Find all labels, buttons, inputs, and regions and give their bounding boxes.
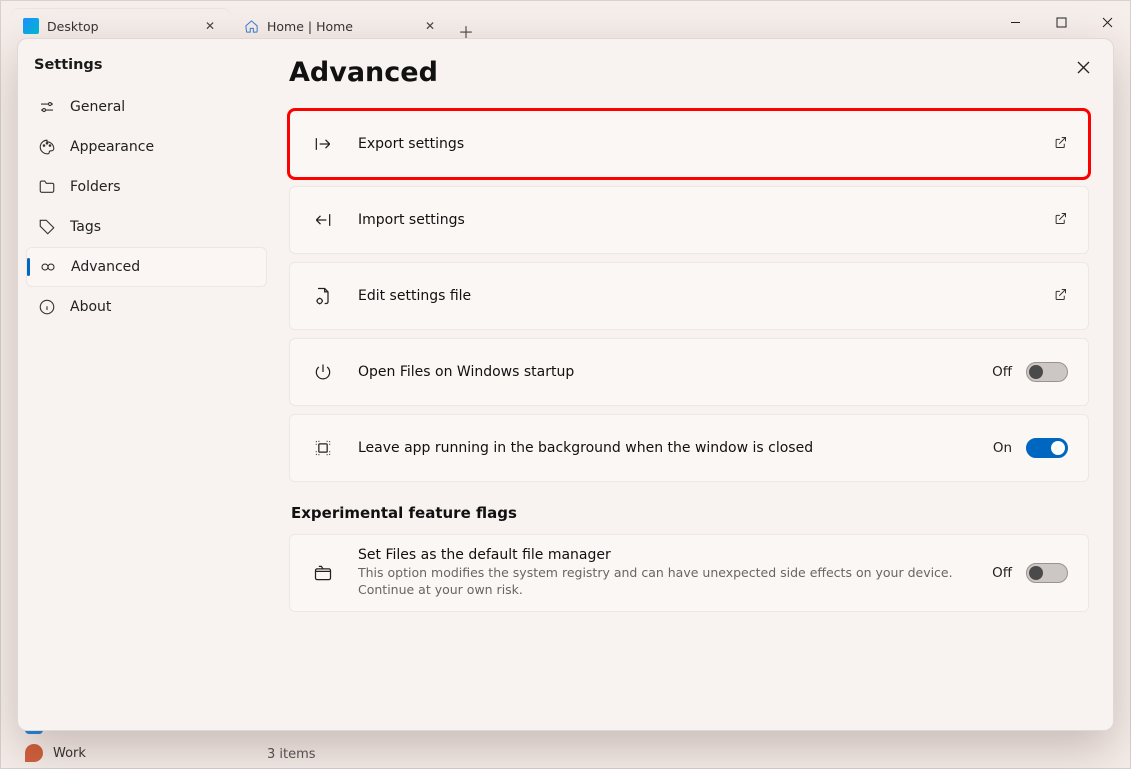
- titlebar: Desktop ✕ Home | Home ✕ ＋: [1, 1, 1130, 43]
- close-tab-icon[interactable]: ✕: [421, 17, 439, 35]
- startup-toggle[interactable]: [1026, 362, 1068, 382]
- tag-icon: [38, 218, 56, 236]
- minimize-button[interactable]: [992, 1, 1038, 43]
- toggle-state-label: Off: [992, 364, 1012, 380]
- row-export-settings[interactable]: Export settings: [289, 110, 1089, 178]
- nav-label: Folders: [70, 179, 121, 195]
- nav-label: General: [70, 99, 125, 115]
- home-icon: [243, 18, 259, 34]
- row-import-settings[interactable]: Import settings: [289, 186, 1089, 254]
- export-icon: [310, 134, 336, 154]
- tab-label: Home | Home: [267, 19, 353, 34]
- row-description: This option modifies the system registry…: [358, 565, 970, 599]
- dialog-title: Settings: [26, 53, 267, 87]
- nav-item-about[interactable]: About: [26, 287, 267, 327]
- maximize-button[interactable]: [1038, 1, 1084, 43]
- row-edit-settings-file[interactable]: Edit settings file: [289, 262, 1089, 330]
- window-controls: [992, 1, 1130, 43]
- status-bar-text: 3 items: [267, 747, 316, 762]
- page-heading: Advanced: [289, 57, 1089, 88]
- bg-sidebar-item-work: Work: [25, 744, 86, 762]
- nav-label: Tags: [70, 219, 101, 235]
- nav-item-advanced[interactable]: Advanced: [26, 247, 267, 287]
- work-pin-icon: [25, 744, 43, 762]
- nav-item-folders[interactable]: Folders: [26, 167, 267, 207]
- toggle-state-label: Off: [992, 565, 1012, 581]
- settings-dialog: Settings General Appearance Folders Tags…: [17, 38, 1114, 731]
- power-icon: [310, 362, 336, 382]
- tab-strip: Desktop ✕ Home | Home ✕ ＋: [1, 1, 992, 43]
- settings-sidebar: Settings General Appearance Folders Tags…: [18, 39, 275, 730]
- open-external-icon: [1053, 211, 1068, 230]
- nav-label: Advanced: [71, 259, 140, 275]
- open-external-icon: [1053, 287, 1068, 306]
- palette-icon: [38, 138, 56, 156]
- folder-icon: [38, 178, 56, 196]
- row-label: Open Files on Windows startup: [358, 364, 970, 380]
- row-default-file-manager: Set Files as the default file manager Th…: [289, 534, 1089, 612]
- row-label: Export settings: [358, 136, 1031, 152]
- nav-item-tags[interactable]: Tags: [26, 207, 267, 247]
- row-open-on-startup: Open Files on Windows startup Off: [289, 338, 1089, 406]
- row-label: Import settings: [358, 212, 1031, 228]
- nav-item-general[interactable]: General: [26, 87, 267, 127]
- experimental-heading: Experimental feature flags: [291, 504, 1089, 522]
- file-manager-icon: [310, 563, 336, 583]
- toggle-state-label: On: [993, 440, 1012, 456]
- open-external-icon: [1053, 135, 1068, 154]
- nav-label: About: [70, 299, 111, 315]
- sliders-icon: [38, 98, 56, 116]
- desktop-icon: [23, 18, 39, 34]
- info-icon: [38, 298, 56, 316]
- tab-label: Desktop: [47, 19, 99, 34]
- import-icon: [310, 210, 336, 230]
- row-label: Edit settings file: [358, 288, 1031, 304]
- nav-label: Appearance: [70, 139, 154, 155]
- close-tab-icon[interactable]: ✕: [201, 17, 219, 35]
- background-icon: [310, 438, 336, 458]
- close-dialog-button[interactable]: [1069, 53, 1097, 81]
- row-label: Leave app running in the background when…: [358, 440, 971, 456]
- row-label: Set Files as the default file manager: [358, 547, 970, 563]
- row-run-in-background: Leave app running in the background when…: [289, 414, 1089, 482]
- nav-item-appearance[interactable]: Appearance: [26, 127, 267, 167]
- bg-item-label: Work: [53, 746, 86, 761]
- file-gear-icon: [310, 286, 336, 306]
- default-fm-toggle[interactable]: [1026, 563, 1068, 583]
- background-toggle[interactable]: [1026, 438, 1068, 458]
- close-window-button[interactable]: [1084, 1, 1130, 43]
- advanced-icon: [39, 258, 57, 276]
- settings-content: Advanced Export settings Import settings…: [275, 39, 1113, 730]
